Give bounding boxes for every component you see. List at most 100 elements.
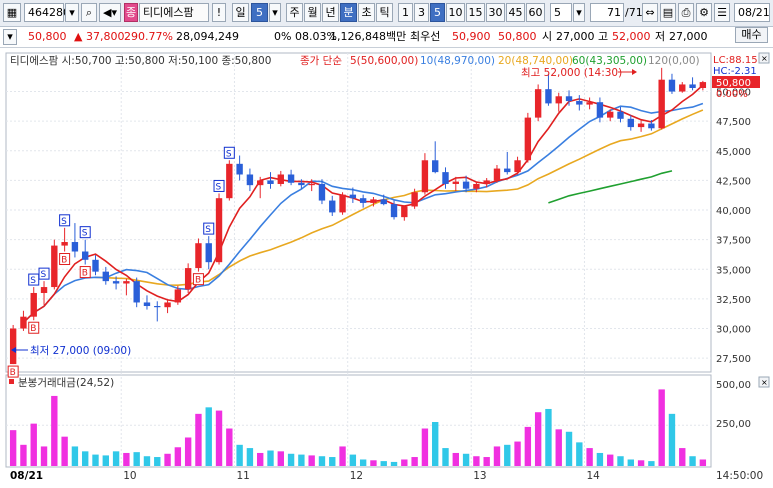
candle	[133, 281, 140, 303]
sell-signal-text: S	[61, 217, 67, 227]
buy-signal-text: B	[61, 256, 67, 266]
candle	[668, 79, 676, 92]
period-tick[interactable]: 틱	[376, 3, 393, 22]
volume-bar	[226, 428, 233, 466]
minute-30[interactable]: 30	[486, 3, 505, 22]
volume-bar	[51, 395, 58, 466]
volume-bar	[596, 452, 604, 466]
candle	[246, 174, 254, 186]
volume-bar	[123, 452, 130, 466]
volume-bar	[277, 451, 284, 466]
minute-45[interactable]: 45	[506, 3, 525, 22]
volume-bar	[504, 444, 511, 466]
low-annotation: 최저 27,000 (09:00)	[30, 345, 131, 357]
candle	[339, 194, 346, 213]
x-axis-label: 12	[350, 470, 363, 482]
count-input[interactable]: 5	[550, 3, 572, 22]
volume-bar	[617, 456, 624, 466]
menu-icon[interactable]: ☰	[714, 3, 730, 22]
candle	[61, 242, 68, 246]
buy-button[interactable]: 매수	[735, 27, 768, 43]
period-count[interactable]: 5	[251, 3, 268, 22]
candle	[308, 183, 315, 186]
period-year[interactable]: 년	[322, 3, 339, 22]
low-price: 27,000	[669, 30, 708, 43]
volume-bar	[370, 460, 377, 466]
candle	[545, 89, 552, 104]
candle	[504, 168, 511, 173]
period-month[interactable]: 월	[304, 3, 321, 22]
volume-bar	[174, 447, 182, 466]
minute-3[interactable]: 3	[414, 3, 429, 22]
candle	[442, 172, 449, 184]
gear-icon[interactable]: ⚙	[696, 3, 712, 22]
minute-15[interactable]: 15	[466, 3, 485, 22]
minute-10[interactable]: 10	[446, 3, 465, 22]
lc-value: LC:88.15	[713, 55, 758, 66]
speaker-icon[interactable]: ◀▾	[99, 3, 121, 22]
period-day[interactable]: 일	[232, 3, 249, 22]
period-second[interactable]: 초	[358, 3, 375, 22]
x-axis-label: 14	[586, 470, 600, 482]
volume-bar	[92, 454, 99, 466]
x-axis-label: 10	[123, 470, 136, 482]
ma120-legend: 120(0,00)	[648, 55, 700, 67]
volume-bar	[648, 461, 655, 466]
scroll-icon[interactable]: ⇔	[642, 3, 658, 22]
minute-60[interactable]: 60	[526, 3, 545, 22]
volume-bar	[637, 460, 645, 466]
candle	[565, 96, 573, 102]
save-icon[interactable]: ▤	[660, 3, 676, 22]
volume-bar	[483, 457, 490, 466]
volume-bar	[318, 456, 326, 466]
chart-area[interactable]: BBSSBSBSBSSS 50,000 47,500 45,000 42,500 40,…	[0, 48, 773, 485]
volume-bar	[359, 459, 367, 466]
collapse-icon[interactable]: ▾	[3, 29, 17, 45]
low-label: 저	[655, 30, 666, 43]
high-price: 52,000	[612, 30, 651, 43]
candle	[534, 89, 542, 118]
period-week[interactable]: 주	[286, 3, 303, 22]
x-axis-time: 14:50:00	[716, 470, 763, 482]
volume-bar	[390, 461, 398, 466]
date-input[interactable]: 08/21	[734, 3, 770, 22]
hc-value: HC:-2.31	[713, 66, 757, 77]
candle	[267, 180, 274, 184]
stock-name-field[interactable]: 티디에스팜	[139, 3, 209, 22]
period-dropdown-icon[interactable]: ▾	[269, 3, 281, 22]
stock-code-input[interactable]: 464280	[24, 3, 70, 22]
minute-5[interactable]: 5	[430, 3, 445, 22]
grid-icon[interactable]: ▦	[3, 3, 21, 22]
search-icon[interactable]: ⌕	[81, 3, 97, 22]
candle	[143, 302, 151, 307]
minute-1[interactable]: 1	[398, 3, 413, 22]
candle	[432, 160, 439, 173]
candle	[617, 111, 624, 119]
alert-icon[interactable]: !	[212, 3, 226, 22]
candle	[555, 96, 562, 104]
candle	[452, 181, 459, 184]
volume-bar	[493, 446, 501, 466]
volume-bar	[473, 456, 480, 466]
price-chart[interactable]: BBSSBSBSBSSS 50,00047,50045,00042,50040,…	[0, 48, 773, 485]
volume-bar	[329, 457, 336, 466]
candle	[473, 183, 480, 189]
candle	[380, 199, 387, 205]
count-dropdown-icon[interactable]: ▾	[573, 3, 585, 22]
volume-bar	[298, 454, 305, 466]
best-label: 최우선	[410, 30, 441, 43]
candle	[483, 180, 490, 184]
candle	[329, 200, 336, 213]
sell-signal-text: S	[41, 270, 47, 280]
candle	[164, 302, 171, 308]
period-minute[interactable]: 분	[340, 3, 357, 22]
candle	[401, 206, 408, 218]
candle	[586, 102, 593, 105]
print-icon[interactable]: ⎙	[678, 3, 694, 22]
volume-bar	[699, 459, 707, 466]
volume-bar	[524, 426, 532, 466]
code-dropdown-icon[interactable]: ▾	[65, 3, 79, 22]
page-input[interactable]: 71	[590, 3, 624, 22]
candle	[607, 111, 614, 118]
candle	[20, 316, 27, 329]
